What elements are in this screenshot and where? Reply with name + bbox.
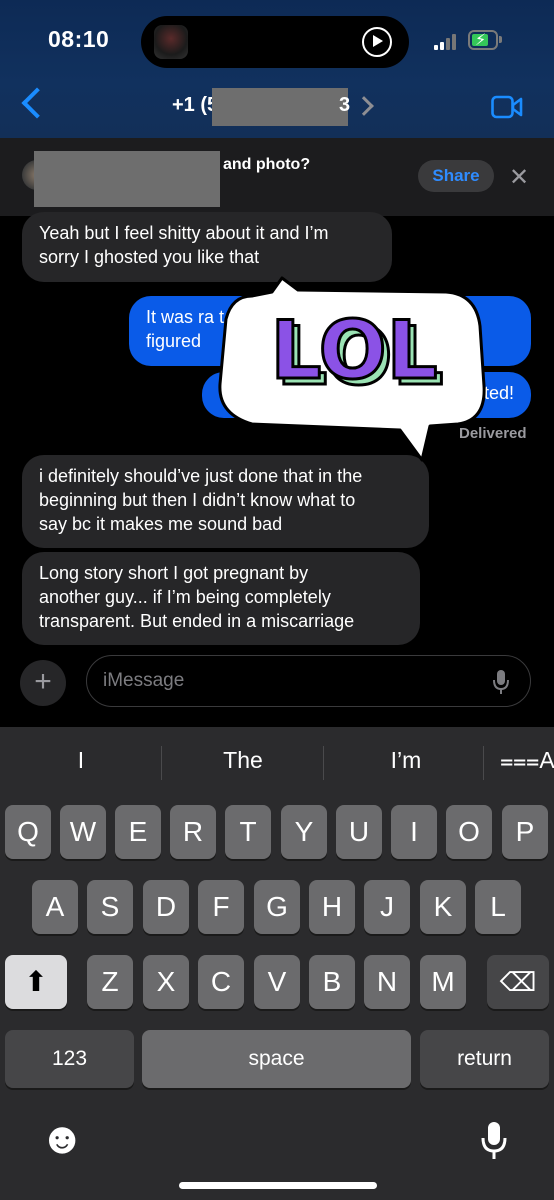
numbers-key[interactable]: 123 bbox=[5, 1030, 134, 1088]
battery-icon: ⚡ bbox=[468, 30, 498, 50]
key-u[interactable]: U bbox=[336, 805, 382, 859]
dictation-mic-icon[interactable] bbox=[491, 668, 511, 696]
apps-plus-button[interactable]: + bbox=[20, 660, 66, 706]
key-g[interactable]: G bbox=[254, 880, 300, 934]
key-t[interactable]: T bbox=[225, 805, 271, 859]
key-w[interactable]: W bbox=[60, 805, 106, 859]
emoji-icon[interactable]: ☻ bbox=[39, 1117, 85, 1161]
divider bbox=[323, 746, 324, 780]
suggestion[interactable]: The bbox=[192, 747, 294, 774]
key-a[interactable]: A bbox=[32, 880, 78, 934]
space-key[interactable]: space bbox=[142, 1030, 411, 1088]
battery-tip bbox=[499, 36, 502, 43]
keyboard-mic-icon[interactable] bbox=[480, 1120, 508, 1162]
media-thumbnail bbox=[154, 25, 188, 59]
key-k[interactable]: K bbox=[420, 880, 466, 934]
video-call-icon[interactable] bbox=[491, 94, 523, 120]
contact-name-tail[interactable]: 3 bbox=[339, 94, 350, 117]
banner-text: and photo? bbox=[223, 156, 311, 173]
key-y[interactable]: Y bbox=[281, 805, 327, 859]
divider bbox=[161, 746, 162, 780]
share-button[interactable]: Share bbox=[418, 160, 494, 192]
delete-key-icon[interactable]: ⌫ bbox=[487, 955, 549, 1009]
key-p[interactable]: P bbox=[502, 805, 548, 859]
text-format-icon[interactable]: ⩶A bbox=[500, 747, 554, 774]
key-l[interactable]: L bbox=[475, 880, 521, 934]
key-z[interactable]: Z bbox=[87, 955, 133, 1009]
suggestion[interactable]: I’m bbox=[355, 747, 457, 774]
key-f[interactable]: F bbox=[198, 880, 244, 934]
imessage-input[interactable]: iMessage bbox=[86, 655, 531, 707]
key-s[interactable]: S bbox=[87, 880, 133, 934]
key-e[interactable]: E bbox=[115, 805, 161, 859]
key-q[interactable]: Q bbox=[5, 805, 51, 859]
home-indicator bbox=[179, 1182, 377, 1189]
key-r[interactable]: R bbox=[170, 805, 216, 859]
return-key[interactable]: return bbox=[420, 1030, 549, 1088]
key-i[interactable]: I bbox=[391, 805, 437, 859]
divider bbox=[483, 746, 484, 780]
key-m[interactable]: M bbox=[420, 955, 466, 1009]
key-o[interactable]: O bbox=[446, 805, 492, 859]
key-n[interactable]: N bbox=[364, 955, 410, 1009]
shift-key-icon[interactable]: ⬆ bbox=[5, 955, 67, 1009]
message-bubble-incoming[interactable]: Yeah but I feel shitty about it and I’m … bbox=[22, 212, 392, 282]
signal-icon bbox=[434, 34, 462, 50]
suggestion[interactable]: I bbox=[40, 747, 122, 774]
key-v[interactable]: V bbox=[254, 955, 300, 1009]
sticker-text: LOL bbox=[270, 304, 437, 397]
key-b[interactable]: B bbox=[309, 955, 355, 1009]
key-x[interactable]: X bbox=[143, 955, 189, 1009]
close-icon[interactable]: ✕ bbox=[509, 163, 529, 192]
message-bubble-incoming[interactable]: i definitely should’ve just done that in… bbox=[22, 455, 429, 548]
key-j[interactable]: J bbox=[364, 880, 410, 934]
lol-sticker[interactable]: LOL LOL bbox=[212, 274, 492, 464]
status-time: 08:10 bbox=[48, 26, 110, 52]
key-h[interactable]: H bbox=[309, 880, 355, 934]
redaction-box bbox=[212, 88, 348, 126]
redaction-box bbox=[34, 151, 220, 207]
key-d[interactable]: D bbox=[143, 880, 189, 934]
key-c[interactable]: C bbox=[198, 955, 244, 1009]
play-icon[interactable] bbox=[362, 27, 392, 57]
message-bubble-incoming[interactable]: Long story short I got pregnant by anoth… bbox=[22, 552, 420, 645]
